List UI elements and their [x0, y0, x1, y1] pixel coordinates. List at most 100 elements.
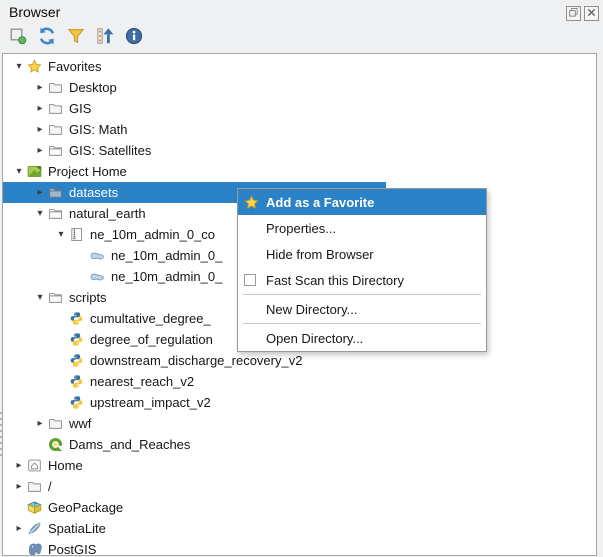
menu-item-open-directory[interactable]: Open Directory...	[238, 325, 486, 351]
tree-item-label: datasets	[69, 185, 118, 200]
tree-item-root[interactable]: ▸ /	[3, 476, 596, 497]
tree-item-desktop[interactable]: ▸ Desktop	[3, 77, 596, 98]
float-panel-button[interactable]	[566, 6, 581, 21]
expand-arrow[interactable]: ▸	[32, 124, 48, 135]
expand-arrow[interactable]: ▸	[32, 82, 48, 93]
tree-item-gis-satellites[interactable]: ▸ GIS: Satellites	[3, 140, 596, 161]
menu-item-label: Open Directory...	[266, 331, 363, 346]
refresh-button[interactable]	[36, 26, 58, 48]
tree-item-nearest-reach-v2[interactable]: nearest_reach_v2	[3, 371, 596, 392]
info-icon	[124, 26, 144, 49]
tree-item-downstream-discharge-recovery-v2[interactable]: downstream_discharge_recovery_v2	[3, 350, 596, 371]
polygon-icon	[90, 248, 107, 263]
tree-item-label: Favorites	[48, 59, 101, 74]
polygon-icon	[90, 269, 107, 284]
tree-item-label: GIS	[69, 101, 91, 116]
add-layer-icon	[8, 26, 28, 49]
properties-widget-button[interactable]	[123, 26, 145, 48]
tree-item-label: GIS: Satellites	[69, 143, 151, 158]
folder-icon	[48, 122, 65, 137]
tree-item-wwf[interactable]: ▸ wwf	[3, 413, 596, 434]
context-menu: Add as a Favorite Properties... Hide fro…	[237, 188, 487, 352]
folder-icon	[48, 101, 65, 116]
tree-item-label: scripts	[69, 290, 107, 305]
expand-arrow[interactable]: ▸	[32, 187, 48, 198]
menu-item-label: Fast Scan this Directory	[266, 273, 404, 288]
tree-item-project-home[interactable]: ▾ Project Home	[3, 161, 596, 182]
python-icon	[69, 395, 86, 410]
expand-arrow[interactable]: ▾	[11, 166, 27, 177]
menu-item-hide-from-browser[interactable]: Hide from Browser	[238, 241, 486, 267]
star-icon	[244, 195, 266, 210]
qgis-icon	[48, 437, 65, 452]
tree-item-label: PostGIS	[48, 542, 96, 556]
geopackage-icon	[27, 500, 44, 515]
tree-item-gis[interactable]: ▸ GIS	[3, 98, 596, 119]
browser-panel: Browser ▾ Favorites ▸ Desktop ▸ GIS ▸ GI…	[0, 0, 603, 557]
tree-item-label: ne_10m_admin_0_	[111, 269, 222, 284]
expand-arrow[interactable]: ▸	[32, 103, 48, 114]
close-panel-button[interactable]	[584, 6, 599, 21]
folder-icon	[48, 80, 65, 95]
menu-item-label: Properties...	[266, 221, 336, 236]
tree-item-label: /	[48, 479, 52, 494]
tree-item-gis-math[interactable]: ▸ GIS: Math	[3, 119, 596, 140]
folder-open-icon	[48, 143, 65, 158]
expand-arrow[interactable]: ▾	[11, 61, 27, 72]
menu-item-icon	[244, 274, 266, 286]
tree-item-label: nearest_reach_v2	[90, 374, 194, 389]
zip-icon	[69, 227, 86, 242]
window-controls	[566, 6, 599, 21]
tree-item-home[interactable]: ▸ Home	[3, 455, 596, 476]
tree-item-label: GIS: Math	[69, 122, 128, 137]
folder-icon	[48, 416, 65, 431]
menu-item-new-directory[interactable]: New Directory...	[238, 296, 486, 322]
tree-item-dams-and-reaches[interactable]: Dams_and_Reaches	[3, 434, 596, 455]
fast-scan-checkbox[interactable]	[244, 274, 256, 286]
menu-separator	[243, 323, 481, 324]
filter-browser-button[interactable]	[65, 26, 87, 48]
home-icon	[27, 458, 44, 473]
add-selected-layers-button[interactable]	[7, 26, 29, 48]
collapse-all-button[interactable]	[94, 26, 116, 48]
menu-item-label: New Directory...	[266, 302, 358, 317]
expand-arrow[interactable]: ▸	[11, 460, 27, 471]
python-icon	[69, 311, 86, 326]
python-icon	[69, 353, 86, 368]
expand-arrow[interactable]: ▾	[32, 292, 48, 303]
tree-item-label: SpatiaLite	[48, 521, 106, 536]
menu-item-properties[interactable]: Properties...	[238, 215, 486, 241]
collapse-all-icon	[95, 26, 115, 49]
filter-icon	[66, 26, 86, 49]
tree-item-upstream-impact-v2[interactable]: upstream_impact_v2	[3, 392, 596, 413]
tree-item-label: degree_of_regulation	[90, 332, 213, 347]
project-home-icon	[27, 164, 44, 179]
tree-item-geopackage[interactable]: GeoPackage	[3, 497, 596, 518]
expand-arrow[interactable]: ▾	[32, 208, 48, 219]
expand-arrow[interactable]: ▾	[53, 229, 69, 240]
menu-item-add-as-a-favorite[interactable]: Add as a Favorite	[238, 189, 486, 215]
tree-item-favorites[interactable]: ▾ Favorites	[3, 56, 596, 77]
expand-arrow[interactable]: ▸	[11, 523, 27, 534]
postgis-icon	[27, 542, 44, 556]
dock-resize-grip[interactable]	[0, 412, 3, 460]
tree-item-label: Home	[48, 458, 83, 473]
expand-arrow[interactable]: ▸	[32, 145, 48, 156]
tree-item-postgis[interactable]: PostGIS	[3, 539, 596, 556]
menu-item-label: Add as a Favorite	[266, 195, 374, 210]
tree-item-label: wwf	[69, 416, 91, 431]
browser-toolbar	[7, 26, 145, 48]
python-icon	[69, 374, 86, 389]
menu-item-fast-scan-this-directory[interactable]: Fast Scan this Directory	[238, 267, 486, 293]
python-icon	[69, 332, 86, 347]
menu-separator	[243, 294, 481, 295]
tree-item-label: Project Home	[48, 164, 127, 179]
spatialite-icon	[27, 521, 44, 536]
tree-item-spatialite[interactable]: ▸ SpatiaLite	[3, 518, 596, 539]
expand-arrow[interactable]: ▸	[32, 418, 48, 429]
menu-item-label: Hide from Browser	[266, 247, 374, 262]
folder-icon	[27, 479, 44, 494]
folder-selected-icon	[48, 185, 65, 200]
tree-item-label: ne_10m_admin_0_	[111, 248, 222, 263]
expand-arrow[interactable]: ▸	[11, 481, 27, 492]
